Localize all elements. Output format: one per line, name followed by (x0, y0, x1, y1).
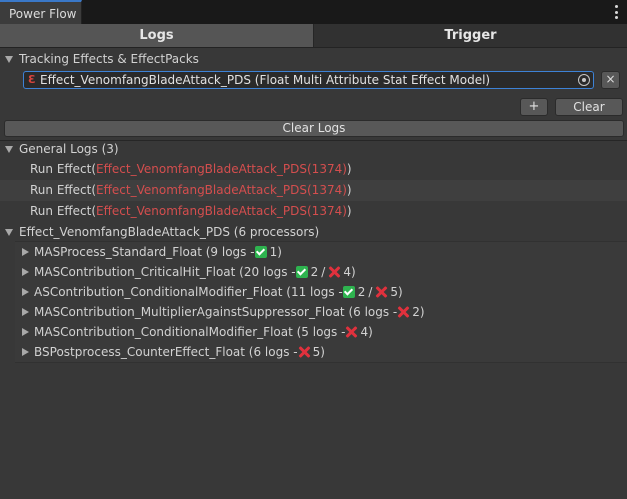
log-entry-prefix: Run Effect( (30, 183, 97, 197)
check-icon (254, 246, 267, 258)
processor-ok-count: 2 (357, 285, 366, 299)
processor-fail-count: 4 (343, 265, 351, 279)
chevron-right-icon[interactable] (22, 268, 29, 276)
tracked-effect-value: Effect_VenomfangBladeAttack_PDS (Float M… (40, 73, 491, 87)
processor-end: ) (320, 345, 325, 359)
tab-trigger[interactable]: Trigger (314, 24, 627, 48)
processor-ok-count: 2 (310, 265, 319, 279)
processor-row[interactable]: MASContribution_MultiplierAgainstSuppres… (15, 302, 627, 322)
processor-row[interactable]: BSPostprocess_CounterEffect_Float (6 log… (15, 342, 627, 362)
processor-fail-count: 4 (360, 325, 369, 339)
tab-logs[interactable]: Logs (0, 24, 314, 48)
processor-row[interactable]: MASContribution_CriticalHit_Float (20 lo… (15, 262, 627, 282)
separator-slash: / (321, 265, 326, 279)
log-entry-suffix: ) (346, 204, 352, 218)
processor-label: MASContribution_MultiplierAgainstSuppres… (34, 305, 398, 319)
processor-row[interactable]: MASProcess_Standard_Float (9 logs - 1 ) (15, 242, 627, 262)
add-tracked-button[interactable]: + (520, 98, 548, 116)
cross-icon (298, 346, 310, 358)
cross-icon (328, 266, 340, 278)
processor-fail-count: 2 (412, 305, 420, 319)
log-entry[interactable]: Run Effect(Effect_VenomfangBladeAttack_P… (0, 201, 627, 222)
log-entry-prefix: Run Effect( (30, 162, 97, 176)
log-entry[interactable]: Run Effect(Effect_VenomfangBladeAttack_P… (0, 180, 627, 201)
cross-icon (345, 326, 357, 338)
main-tabs: Logs Trigger (0, 24, 627, 48)
log-entry-effect-name: Effect_VenomfangBladeAttack_PDS(1374) (96, 204, 347, 218)
tracked-effect-field[interactable]: Ɛ Effect_VenomfangBladeAttack_PDS (Float… (23, 71, 594, 89)
processor-ok-count: 1 (269, 245, 278, 259)
processor-fail-count: 5 (390, 285, 399, 299)
processor-label: MASContribution_ConditionalModifier_Floa… (34, 325, 346, 339)
cross-icon (375, 286, 387, 298)
log-entry-suffix: ) (346, 162, 352, 176)
tracking-foldout[interactable]: Tracking Effects & EffectPacks (0, 49, 627, 69)
effect-group-foldout[interactable]: Effect_VenomfangBladeAttack_PDS (6 proce… (0, 222, 627, 242)
processor-label: BSPostprocess_CounterEffect_Float (6 log… (34, 345, 298, 359)
chevron-right-icon[interactable] (22, 248, 29, 256)
chevron-right-icon[interactable] (22, 348, 29, 356)
processor-row[interactable]: ASContribution_ConditionalModifier_Float… (15, 282, 627, 302)
remove-tracked-button[interactable]: × (601, 71, 620, 89)
log-entry-suffix: ) (346, 183, 352, 197)
processor-fail-count: 5 (312, 345, 321, 359)
general-logs-foldout[interactable]: General Logs (3) (0, 139, 627, 159)
processor-end: ) (398, 285, 403, 299)
processor-end: ) (368, 325, 373, 339)
window-tab-label: Power Flow (9, 7, 77, 21)
processor-label: MASProcess_Standard_Float (9 logs - (34, 245, 255, 259)
log-entry[interactable]: Run Effect(Effect_VenomfangBladeAttack_P… (0, 159, 627, 180)
general-logs-header: General Logs (3) (19, 142, 119, 156)
object-picker-icon[interactable] (578, 74, 590, 86)
chevron-down-icon[interactable] (5, 146, 13, 153)
check-icon (342, 286, 355, 298)
effect-group-header: Effect_VenomfangBladeAttack_PDS (6 proce… (19, 225, 320, 239)
processor-row[interactable]: MASContribution_ConditionalModifier_Floa… (15, 322, 627, 342)
processor-end: ) (277, 245, 282, 259)
chevron-right-icon[interactable] (22, 308, 29, 316)
log-entry-prefix: Run Effect( (30, 204, 97, 218)
clear-tracked-button[interactable]: Clear (555, 98, 623, 116)
processor-label: ASContribution_ConditionalModifier_Float… (34, 285, 343, 299)
chevron-down-icon[interactable] (5, 56, 13, 63)
processor-label: MASContribution_CriticalHit_Float (20 lo… (34, 265, 296, 279)
window-titlebar: Power Flow (0, 0, 627, 24)
cross-icon (397, 306, 409, 318)
tracking-header: Tracking Effects & EffectPacks (19, 52, 199, 66)
check-icon (295, 266, 308, 278)
log-entry-effect-name: Effect_VenomfangBladeAttack_PDS(1374) (96, 183, 347, 197)
window-tab-power-flow[interactable]: Power Flow (0, 0, 82, 24)
log-entry-effect-name: Effect_VenomfangBladeAttack_PDS(1374) (96, 162, 347, 176)
more-options-icon[interactable] (614, 5, 618, 19)
clear-logs-button[interactable]: Clear Logs (4, 120, 624, 137)
chevron-right-icon[interactable] (22, 288, 29, 296)
processor-end: ) (419, 305, 425, 319)
separator-slash: / (368, 285, 373, 299)
chevron-down-icon[interactable] (5, 229, 13, 236)
chevron-right-icon[interactable] (22, 328, 29, 336)
processor-end: ) (350, 265, 356, 279)
effect-object-icon: Ɛ (28, 73, 36, 86)
